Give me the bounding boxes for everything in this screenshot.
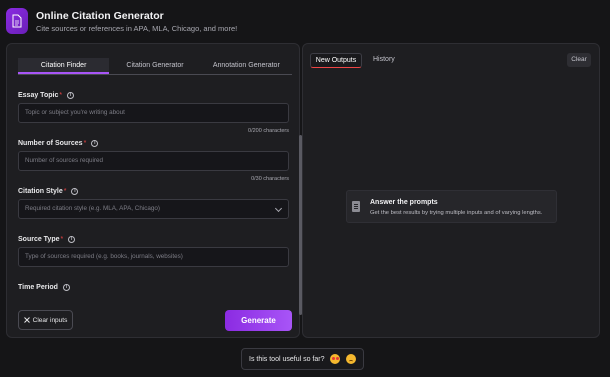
citation-style-label: Citation Style * i — [18, 188, 79, 195]
number-of-sources-input[interactable]: Number of sources required — [18, 151, 289, 171]
empty-state-card: Answer the prompts Get the best results … — [346, 190, 557, 223]
tab-citation-generator[interactable]: Citation Generator — [109, 58, 200, 74]
citation-style-placeholder: Required citation style (e.g. MLA, APA, … — [25, 205, 160, 212]
citation-form: Essay Topic * i Topic or subject you're w… — [18, 88, 289, 294]
empty-state-title: Answer the prompts — [370, 199, 438, 206]
tab-annotation-generator[interactable]: Annotation Generator — [201, 58, 292, 74]
info-icon[interactable]: i — [71, 188, 79, 195]
document-icon — [352, 201, 360, 212]
essay-topic-counter: 0/200 characters — [248, 128, 289, 134]
feedback-widget: Is this tool useful so far? — [241, 348, 364, 370]
info-icon[interactable]: i — [68, 236, 76, 243]
heart-eyes-emoji-icon[interactable] — [330, 354, 341, 364]
number-of-sources-label: Number of Sources * i — [18, 140, 99, 147]
source-type-input[interactable]: Type of sources required (e.g. books, jo… — [18, 247, 289, 267]
tool-tabs: Citation Finder Citation Generator Annot… — [18, 58, 292, 75]
tab-new-outputs[interactable]: New Outputs — [310, 53, 362, 68]
input-panel: Citation Finder Citation Generator Annot… — [6, 43, 302, 338]
clear-inputs-button[interactable]: Clear inputs — [18, 310, 73, 330]
info-icon[interactable]: i — [91, 140, 99, 147]
output-panel: New Outputs History Clear Answer the pro… — [302, 43, 600, 338]
sad-face-emoji-icon[interactable] — [346, 354, 357, 364]
tab-history[interactable]: History — [373, 53, 395, 68]
chevron-down-icon — [274, 204, 283, 213]
tab-citation-finder[interactable]: Citation Finder — [18, 58, 110, 74]
source-type-label: Source Type * i — [18, 236, 76, 243]
time-period-label: Time Period i — [18, 284, 70, 291]
essay-topic-label: Essay Topic * i — [18, 92, 75, 99]
number-of-sources-counter: 0/30 characters — [251, 176, 289, 182]
feedback-question: Is this tool useful so far? — [249, 355, 325, 363]
close-icon — [23, 317, 30, 323]
info-icon[interactable]: i — [67, 92, 75, 99]
info-icon[interactable]: i — [62, 284, 70, 291]
clear-outputs-button[interactable]: Clear — [567, 53, 591, 67]
generate-button[interactable]: Generate — [225, 310, 292, 331]
essay-topic-input[interactable]: Topic or subject you're writing about — [18, 103, 289, 123]
page-subtitle: Cite sources or references in APA, MLA, … — [36, 24, 238, 33]
empty-state-description: Get the best results by trying multiple … — [370, 210, 543, 216]
clear-inputs-label: Clear inputs — [32, 316, 68, 324]
page-title: Online Citation Generator — [36, 10, 164, 22]
app-logo-icon — [6, 8, 28, 34]
citation-style-select[interactable]: Required citation style (e.g. MLA, APA, … — [18, 199, 289, 219]
